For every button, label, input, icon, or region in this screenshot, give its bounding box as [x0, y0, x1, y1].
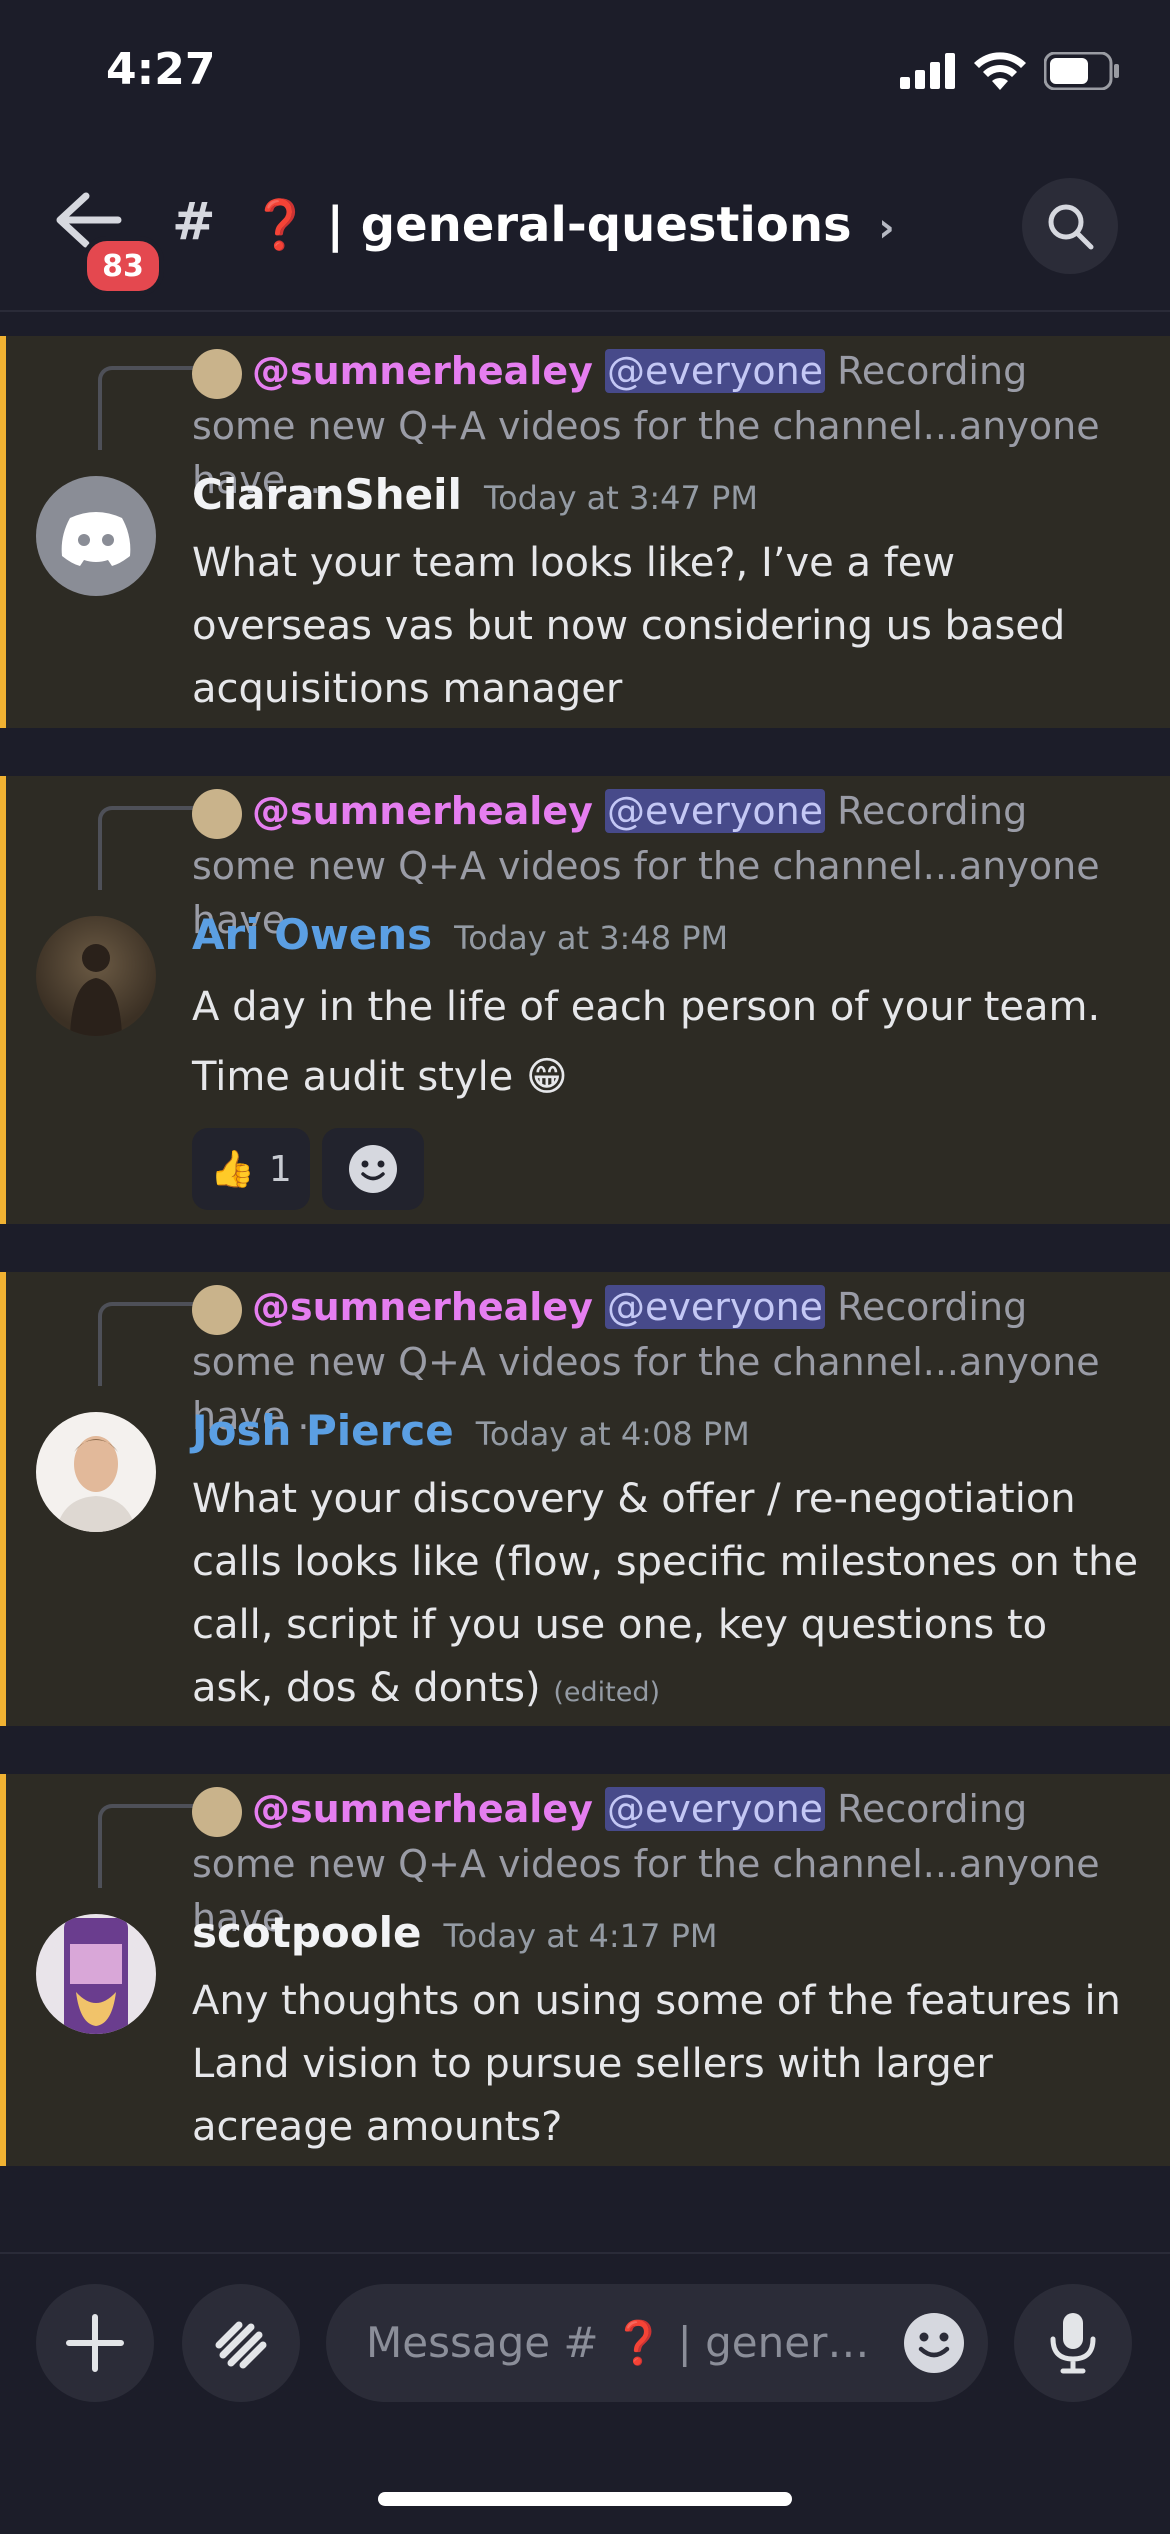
reply-username: @sumnerhealey	[252, 1787, 593, 1831]
channel-header: 83 # ❓ | general-questions ›	[0, 150, 1170, 312]
mention-everyone: @everyone	[604, 1787, 826, 1831]
reply-avatar	[192, 1786, 242, 1837]
author-name: Josh Pierce	[192, 1406, 454, 1455]
apps-button[interactable]	[182, 2284, 300, 2402]
chevron-right-icon: ›	[878, 205, 895, 251]
person-photo-icon	[56, 1436, 136, 1532]
attach-button[interactable]	[36, 2284, 154, 2402]
reaction-count: 1	[268, 1148, 292, 1190]
channel-hash-lock-icon: #	[172, 192, 216, 252]
reply-avatar	[192, 348, 242, 399]
message-timestamp: Today at 4:08 PM	[475, 1415, 750, 1453]
reply-username: @sumnerhealey	[252, 349, 593, 393]
message[interactable]: @sumnerhealey @everyone Recording some n…	[0, 1272, 1170, 1726]
channel-name: | general-questions	[326, 197, 852, 253]
mention-everyone: @everyone	[604, 789, 826, 833]
message-author[interactable]: Ari Owens Today at 3:48 PM	[192, 910, 728, 959]
reply-username: @sumnerhealey	[252, 1285, 593, 1329]
search-button[interactable]	[1022, 178, 1118, 274]
author-name: scotpoole	[192, 1908, 422, 1957]
wifi-icon	[974, 52, 1026, 90]
message-text: What your discovery & offer / re-negotia…	[192, 1476, 1139, 1711]
message-body: A day in the life of each person of your…	[192, 984, 1101, 1100]
message-author[interactable]: CiaranSheil Today at 3:47 PM	[192, 470, 758, 519]
message-timestamp: Today at 3:47 PM	[483, 479, 758, 517]
reply-connector	[98, 1302, 202, 1386]
mention-everyone: @everyone	[604, 349, 826, 393]
microphone-icon	[1050, 2313, 1096, 2374]
home-indicator[interactable]	[378, 2492, 792, 2506]
reaction-thumbs-up[interactable]: 👍 1	[192, 1128, 310, 1210]
add-reaction-button[interactable]	[321, 1128, 424, 1210]
add-reaction-icon	[348, 1145, 397, 1193]
avatar[interactable]	[36, 476, 156, 596]
edited-label: (edited)	[553, 1677, 660, 1708]
reply-username: @sumnerhealey	[252, 789, 593, 833]
avatar[interactable]	[36, 1412, 156, 1532]
avatar[interactable]	[36, 1914, 156, 2034]
author-name: CiaranSheil	[192, 470, 462, 519]
reply-connector	[98, 1804, 202, 1888]
thumbs-up-icon: 👍	[210, 1149, 255, 1190]
reply-connector	[98, 366, 202, 450]
message-body: What your discovery & offer / re-negotia…	[192, 1468, 1140, 1724]
cellular-signal-icon	[900, 53, 955, 89]
plus-icon	[66, 2314, 124, 2372]
status-time: 4:27	[106, 44, 216, 95]
reply-avatar	[192, 1284, 242, 1335]
reply-avatar	[192, 788, 242, 839]
message-input[interactable]: Message # ❓ | general...	[326, 2284, 988, 2402]
emoji-icon[interactable]	[902, 2311, 966, 2375]
message[interactable]: @sumnerhealey @everyone Recording some n…	[0, 336, 1170, 728]
voice-message-button[interactable]	[1014, 2284, 1132, 2402]
beer-can-icon	[64, 1918, 128, 2034]
avatar[interactable]	[36, 916, 156, 1036]
battery-icon	[1044, 52, 1119, 90]
mention-everyone: @everyone	[604, 1285, 826, 1329]
author-name: Ari Owens	[192, 910, 433, 959]
message-author[interactable]: Josh Pierce Today at 4:08 PM	[192, 1406, 750, 1455]
message-input-placeholder: Message # ❓ | general...	[366, 2318, 886, 2367]
status-bar: 4:27	[0, 0, 1170, 150]
message-body: Any thoughts on using some of the featur…	[192, 1978, 1121, 2150]
discord-logo-icon	[61, 512, 131, 566]
channel-emoji: ❓	[250, 197, 310, 253]
search-icon	[1048, 204, 1094, 250]
apps-rocket-icon	[215, 2321, 267, 2369]
reactions-bar: 👍 1	[192, 1128, 424, 1210]
message-timestamp: Today at 4:17 PM	[443, 1917, 718, 1955]
unread-badge: 83	[82, 236, 164, 296]
message[interactable]: @sumnerhealey @everyone Recording some n…	[0, 776, 1170, 1224]
message-body: What your team looks like?, I’ve a few o…	[192, 540, 1066, 712]
message[interactable]: @sumnerhealey @everyone Recording some n…	[0, 1774, 1170, 2166]
message-timestamp: Today at 3:48 PM	[454, 919, 729, 957]
person-photo-icon	[70, 944, 122, 1036]
channel-title[interactable]: ❓ | general-questions ›	[250, 196, 895, 253]
message-author[interactable]: scotpoole Today at 4:17 PM	[192, 1908, 717, 1957]
reply-connector	[98, 806, 202, 890]
